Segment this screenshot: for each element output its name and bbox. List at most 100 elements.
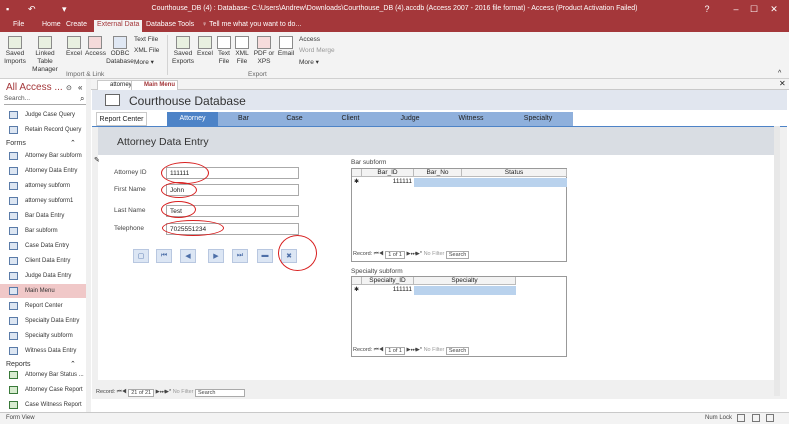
nav-item-form[interactable]: attorney subform1	[0, 194, 86, 208]
nav-item-judge-case-query[interactable]: Judge Case Query	[0, 108, 86, 122]
bar-id-cell[interactable]: 111111	[362, 178, 414, 187]
layout-view-icon[interactable]	[752, 414, 760, 422]
record-search-input[interactable]: Search	[195, 389, 246, 397]
linked-table-manager-button[interactable]: Linked Table Manager	[28, 36, 62, 74]
nav-search-input[interactable]: Search...	[4, 95, 87, 105]
col-header-status[interactable]: Status	[462, 169, 567, 177]
col-header-specialty-id[interactable]: Specialty_ID	[362, 277, 414, 285]
record-position[interactable]: 1 of 1	[385, 347, 405, 355]
close-doc-icon[interactable]: ✕	[779, 79, 786, 88]
col-header-bar-id[interactable]: Bar_ID	[362, 169, 414, 177]
close-button[interactable]: ✕	[759, 4, 789, 15]
export-pdf-button[interactable]: PDF or XPS	[253, 36, 275, 66]
col-header-bar-no[interactable]: Bar_No	[414, 169, 462, 177]
next-last-icons[interactable]: ▶⏭▶*	[156, 389, 172, 396]
import-xml-file-button[interactable]: XML File	[134, 47, 159, 54]
form-scrollbar[interactable]	[774, 126, 780, 396]
export-more-button[interactable]: More ▾	[299, 58, 319, 66]
doc-tab-main-menu[interactable]: Main Menu	[131, 80, 178, 90]
form-view-icon[interactable]	[737, 414, 745, 422]
nav-item-form[interactable]: Judge Data Entry	[0, 269, 86, 283]
tell-me-search[interactable]: ♀ Tell me what you want to do...	[202, 21, 301, 28]
export-email-button[interactable]: Email	[277, 36, 295, 58]
bar-no-cell[interactable]	[414, 178, 462, 187]
collapse-section-icon[interactable]: ⌃	[70, 360, 76, 368]
tab-witness[interactable]: Witness	[439, 112, 503, 126]
nav-collapse-icon[interactable]: «	[78, 83, 82, 92]
nav-item-form[interactable]: attorney subform	[0, 179, 86, 193]
nav-item-form[interactable]: Attorney Data Entry	[0, 164, 86, 178]
record-search-input[interactable]: Search	[445, 347, 470, 355]
first-icon[interactable]: ⏮◀	[374, 347, 384, 354]
nav-item-report[interactable]: Attorney Case Report	[0, 383, 86, 397]
import-odbc-button[interactable]: ODBC Database	[106, 36, 134, 66]
next-record-button[interactable]: ▶	[208, 249, 224, 263]
nav-item-form[interactable]: Report Center	[0, 299, 86, 313]
tab-create[interactable]: Create	[66, 21, 87, 28]
tab-file[interactable]: File	[13, 21, 24, 28]
help-button[interactable]: ?	[692, 4, 722, 14]
specialty-id-cell[interactable]: 111111	[362, 286, 414, 295]
nav-item-form[interactable]: Client Data Entry	[0, 254, 86, 268]
import-access-button[interactable]: Access	[85, 36, 106, 58]
save-record-button[interactable]: ▬	[257, 249, 273, 263]
filter-indicator[interactable]: No Filter	[424, 251, 445, 257]
first-icon[interactable]: ⏮◀	[374, 251, 384, 258]
tab-report-center[interactable]: Report Center	[96, 112, 147, 126]
collapse-section-icon[interactable]: ⌃	[70, 139, 76, 147]
nav-item-report[interactable]: Attorney Bar Status ...	[0, 368, 86, 382]
last-record-button[interactable]: ⏭	[232, 249, 248, 263]
design-view-icon[interactable]	[766, 414, 774, 422]
export-access-button[interactable]: Access	[299, 36, 320, 43]
nav-scrollbar[interactable]	[86, 79, 91, 412]
tab-specialty[interactable]: Specialty	[503, 112, 573, 126]
col-header-specialty[interactable]: Specialty	[414, 277, 516, 285]
nav-section-reports[interactable]: Reports	[6, 361, 31, 368]
specialty-cell[interactable]	[414, 286, 516, 295]
nav-item-form[interactable]: Witness Data Entry	[0, 344, 86, 358]
tab-case[interactable]: Case	[269, 112, 320, 126]
record-selector-icon[interactable]: ✎	[94, 156, 100, 164]
nav-section-forms[interactable]: Forms	[6, 140, 26, 147]
tab-judge[interactable]: Judge	[381, 112, 439, 126]
export-excel-button[interactable]: Excel	[196, 36, 214, 58]
collapse-ribbon-icon[interactable]: ^	[778, 70, 781, 77]
record-search-input[interactable]: Search	[445, 251, 470, 259]
tab-database-tools[interactable]: Database Tools	[146, 21, 194, 28]
nav-item-retain-record-query[interactable]: Retain Record Query	[0, 123, 86, 137]
tab-bar[interactable]: Bar	[218, 112, 269, 126]
status-cell[interactable]	[462, 178, 567, 187]
nav-item-form[interactable]: Specialty subform	[0, 329, 86, 343]
saved-imports-button[interactable]: Saved Imports	[4, 36, 26, 66]
nav-item-form[interactable]: Specialty Data Entry	[0, 314, 86, 328]
next-last-icons[interactable]: ▶⏭▶*	[406, 347, 422, 354]
saved-exports-button[interactable]: Saved Exports	[172, 36, 194, 66]
nav-menu-icon[interactable]: ⊙	[66, 84, 72, 92]
select-all-cell[interactable]	[352, 169, 362, 177]
select-all-cell[interactable]	[352, 277, 362, 285]
nav-item-form[interactable]: Case Data Entry	[0, 239, 86, 253]
filter-indicator[interactable]: No Filter	[424, 347, 445, 353]
nav-item-main-menu[interactable]: Main Menu	[0, 284, 86, 298]
nav-item-report[interactable]: Case Witness Report	[0, 398, 86, 412]
export-text-file-button[interactable]: Text File	[216, 36, 232, 66]
tab-attorney[interactable]: Attorney	[167, 112, 218, 126]
doc-tab-attorney[interactable]: attorney	[97, 80, 135, 90]
export-xml-file-button[interactable]: XML File	[234, 36, 250, 66]
previous-record-button[interactable]: ◀	[180, 249, 196, 263]
nav-item-form[interactable]: Bar Data Entry	[0, 209, 86, 223]
tab-external-data[interactable]: External Data	[94, 20, 143, 32]
export-word-merge-button[interactable]: Word Merge	[299, 47, 335, 54]
first-icon[interactable]: ⏮◀	[117, 389, 127, 396]
record-position[interactable]: 1 of 1	[385, 251, 405, 259]
new-record-button[interactable]: ▢	[133, 249, 149, 263]
nav-item-form[interactable]: Bar subform	[0, 224, 86, 238]
next-last-icons[interactable]: ▶⏭▶*	[406, 251, 422, 258]
tab-home[interactable]: Home	[42, 21, 61, 28]
filter-indicator[interactable]: No Filter	[173, 389, 194, 395]
import-more-button[interactable]: More ▾	[134, 58, 154, 66]
first-record-button[interactable]: ⏮	[156, 249, 172, 263]
import-text-file-button[interactable]: Text File	[134, 36, 158, 43]
record-position[interactable]: 21 of 21	[128, 389, 155, 397]
tab-client[interactable]: Client	[320, 112, 381, 126]
